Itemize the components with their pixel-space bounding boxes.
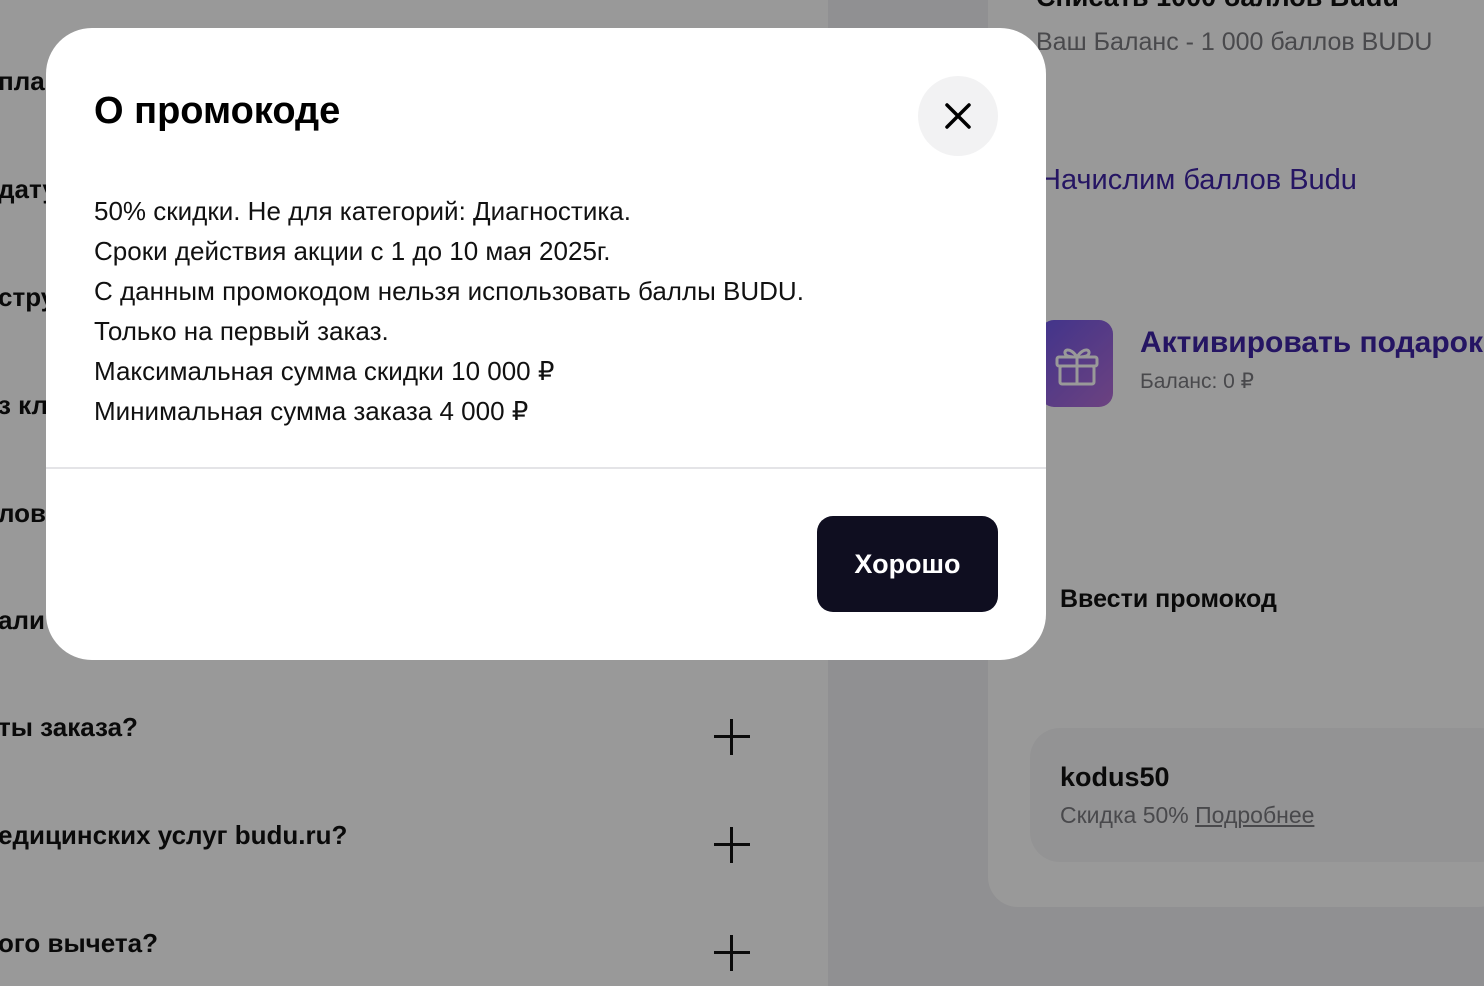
dialog-body: 50% скидки. Не для категорий: Диагностик… <box>94 191 994 431</box>
promo-condition-line: 50% скидки. Не для категорий: Диагностик… <box>94 196 631 226</box>
ok-button[interactable]: Хорошо <box>817 516 998 612</box>
promo-condition-line: Максимальная сумма скидки 10 000 ₽ <box>94 356 555 386</box>
promo-condition-line: Сроки действия акции с 1 до 10 мая 2025г… <box>94 236 611 266</box>
dialog-title: О промокоде <box>94 90 341 132</box>
promo-condition-line: Только на первый заказ. <box>94 316 389 346</box>
close-icon <box>945 103 971 129</box>
promo-info-dialog: О промокоде 50% скидки. Не для категорий… <box>46 28 1046 660</box>
dialog-divider <box>46 467 1046 469</box>
close-button[interactable] <box>918 76 998 156</box>
promo-condition-line: С данным промокодом нельзя использовать … <box>94 276 804 306</box>
promo-condition-line: Минимальная сумма заказа 4 000 ₽ <box>94 396 529 426</box>
